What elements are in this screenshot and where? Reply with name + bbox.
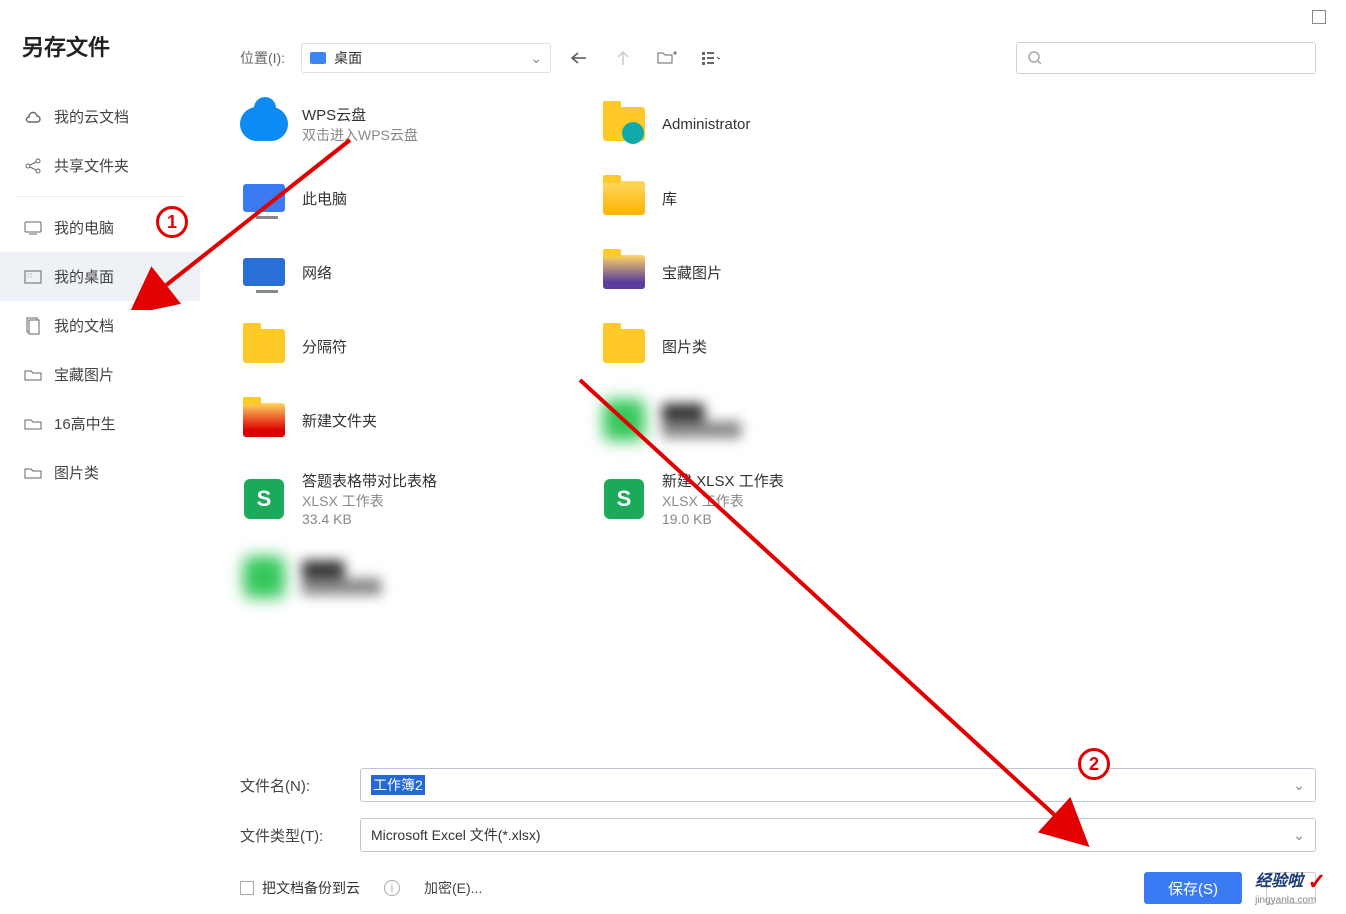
backup-checkbox[interactable] bbox=[240, 881, 254, 895]
chevron-down-icon[interactable]: ⌄ bbox=[1293, 827, 1305, 844]
user-folder-icon bbox=[600, 100, 648, 148]
sidebar-item-label: 我的电脑 bbox=[54, 217, 114, 238]
view-button[interactable] bbox=[695, 44, 727, 72]
square-icon[interactable] bbox=[1312, 10, 1326, 24]
documents-icon bbox=[24, 317, 42, 335]
file-item-tupian[interactable]: 图片类 bbox=[600, 316, 960, 376]
sidebar-item-baozang[interactable]: 宝藏图片 bbox=[0, 350, 200, 399]
file-item-blurred[interactable]: ████████████ bbox=[600, 390, 960, 450]
network-icon bbox=[240, 248, 288, 296]
folder-icon bbox=[24, 464, 42, 482]
file-item-blurred[interactable]: ████████████ bbox=[240, 547, 600, 607]
watermark-logo: 经验啦 ✓ jingyanla.com bbox=[1255, 867, 1326, 906]
back-button[interactable] bbox=[563, 44, 595, 72]
sidebar-item-label: 我的文档 bbox=[54, 315, 114, 336]
file-item-library[interactable]: 库 bbox=[600, 168, 960, 228]
chevron-down-icon: ⌄ bbox=[530, 50, 542, 67]
window-controls bbox=[1312, 10, 1326, 24]
sidebar: 另存文件 我的云文档 共享文件夹 我的电脑 我的桌面 我的文档 宝藏图片 bbox=[0, 0, 200, 914]
computer-icon bbox=[24, 219, 42, 237]
file-item-thispc[interactable]: 此电脑 bbox=[240, 168, 600, 228]
file-item-baozang[interactable]: 宝藏图片 bbox=[600, 242, 960, 302]
annotation-marker-1: 1 bbox=[156, 206, 188, 238]
folder-icon bbox=[600, 322, 648, 370]
filename-label: 文件名(N): bbox=[240, 775, 340, 796]
file-list: WPS云盘双击进入WPS云盘 Administrator 此电脑 库 网络 bbox=[200, 94, 1316, 768]
sidebar-item-label: 我的桌面 bbox=[54, 266, 114, 287]
file-item-newxlsx[interactable]: S 新建 XLSX 工作表XLSX 工作表19.0 KB bbox=[600, 464, 960, 533]
folder-icon bbox=[240, 396, 288, 444]
cloud-drive-icon bbox=[240, 100, 288, 148]
sidebar-item-16[interactable]: 16高中生 bbox=[0, 399, 200, 448]
bottom-bar: 把文档备份到云 i 加密(E)... 保存(S) bbox=[200, 868, 1316, 914]
toolbar: 位置(I): 桌面 ⌄ bbox=[200, 0, 1316, 94]
sidebar-item-shared[interactable]: 共享文件夹 bbox=[0, 141, 200, 190]
sidebar-item-documents[interactable]: 我的文档 bbox=[0, 301, 200, 350]
desktop-icon bbox=[310, 52, 326, 64]
filename-input[interactable]: 工作簿2 ⌄ bbox=[360, 768, 1316, 802]
share-icon bbox=[24, 157, 42, 175]
sidebar-item-label: 16高中生 bbox=[54, 413, 116, 434]
save-form: 文件名(N): 工作簿2 ⌄ 文件类型(T): Microsoft Excel … bbox=[200, 768, 1316, 868]
sidebar-item-label: 宝藏图片 bbox=[54, 364, 114, 385]
desktop-icon bbox=[24, 268, 42, 286]
file-item-fengefu[interactable]: 分隔符 bbox=[240, 316, 600, 376]
chevron-down-icon[interactable]: ⌄ bbox=[1293, 777, 1305, 794]
pc-icon bbox=[240, 174, 288, 222]
folder-icon bbox=[600, 248, 648, 296]
filetype-label: 文件类型(T): bbox=[240, 825, 340, 846]
encrypt-button[interactable]: 加密(E)... bbox=[424, 878, 482, 898]
file-item-administrator[interactable]: Administrator bbox=[600, 94, 960, 154]
search-icon bbox=[1027, 50, 1043, 66]
file-item-newfolder[interactable]: 新建文件夹 bbox=[240, 390, 600, 450]
xlsx-icon: S bbox=[240, 475, 288, 523]
filetype-select[interactable]: Microsoft Excel 文件(*.xlsx) ⌄ bbox=[360, 818, 1316, 852]
annotation-marker-2: 2 bbox=[1078, 748, 1110, 780]
sidebar-item-label: 我的云文档 bbox=[54, 106, 129, 127]
file-item-wpscloud[interactable]: WPS云盘双击进入WPS云盘 bbox=[240, 94, 600, 154]
sidebar-item-label: 图片类 bbox=[54, 462, 99, 483]
app-icon bbox=[240, 553, 288, 601]
location-label: 位置(I): bbox=[240, 48, 285, 68]
library-icon bbox=[600, 174, 648, 222]
file-item-network[interactable]: 网络 bbox=[240, 242, 600, 302]
file-item-dati[interactable]: S 答题表格带对比表格XLSX 工作表33.4 KB bbox=[240, 464, 600, 533]
search-input[interactable] bbox=[1016, 42, 1316, 74]
app-icon bbox=[600, 396, 648, 444]
dialog-title: 另存文件 bbox=[0, 20, 200, 92]
backup-label: 把文档备份到云 bbox=[262, 878, 360, 898]
cloud-icon bbox=[24, 108, 42, 126]
folder-icon bbox=[24, 415, 42, 433]
location-value: 桌面 bbox=[334, 48, 362, 68]
up-button[interactable] bbox=[607, 44, 639, 72]
new-folder-button[interactable] bbox=[651, 44, 683, 72]
location-select[interactable]: 桌面 ⌄ bbox=[301, 43, 551, 73]
sidebar-item-cloud-docs[interactable]: 我的云文档 bbox=[0, 92, 200, 141]
folder-icon bbox=[240, 322, 288, 370]
info-icon[interactable]: i bbox=[384, 880, 400, 896]
save-button[interactable]: 保存(S) bbox=[1144, 872, 1242, 904]
sidebar-item-tupian[interactable]: 图片类 bbox=[0, 448, 200, 497]
sidebar-item-label: 共享文件夹 bbox=[54, 155, 129, 176]
xlsx-icon: S bbox=[600, 475, 648, 523]
folder-icon bbox=[24, 366, 42, 384]
sidebar-item-desktop[interactable]: 我的桌面 bbox=[0, 252, 200, 301]
